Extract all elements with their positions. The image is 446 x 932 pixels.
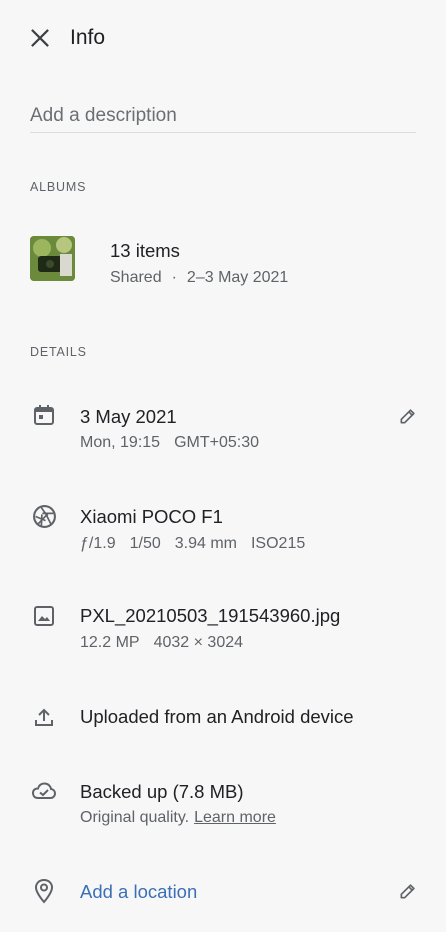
upload-source: Uploaded from an Android device	[80, 706, 354, 727]
backup-quality-line: Original quality. Learn more	[80, 809, 290, 827]
file-specs: 12.2 MP 4032 × 3024	[80, 634, 257, 652]
edit-location-button[interactable]	[396, 879, 420, 903]
cloud-done-icon	[31, 782, 57, 799]
backup-status: Backed up (7.8 MB)	[80, 781, 244, 802]
date-day-time: Mon, 19:15	[80, 434, 161, 451]
album-date-range: 2–3 May 2021	[186, 269, 289, 286]
camera-aperture: ƒ/1.9	[80, 535, 116, 552]
pencil-icon	[400, 409, 415, 424]
camera-iso: ISO215	[250, 535, 306, 552]
page-title: Info	[70, 26, 106, 49]
albums-section-label: ALBUMS	[30, 180, 87, 194]
image-icon	[34, 606, 54, 626]
album-meta: Shared · 2–3 May 2021	[110, 269, 302, 287]
album-shared: Shared	[110, 269, 162, 286]
file-resolution: 4032 × 3024	[153, 634, 244, 651]
camera-shutter: 1/50	[129, 535, 161, 552]
camera-focal-length: 3.94 mm	[174, 535, 237, 552]
album-thumbnail[interactable]	[30, 236, 75, 281]
date-timezone: GMT+05:30	[174, 434, 259, 451]
close-icon	[31, 29, 49, 47]
add-location-link[interactable]: Add a location	[80, 881, 197, 903]
date-secondary: Mon, 19:15 GMT+05:30	[80, 434, 273, 452]
album-thumbnail-image	[30, 236, 75, 281]
aperture-icon	[33, 505, 56, 528]
backup-quality: Original quality.	[80, 809, 190, 826]
details-section-label: DETAILS	[30, 345, 87, 359]
calendar-icon	[34, 405, 54, 425]
learn-more-link[interactable]: Learn more	[194, 809, 276, 826]
file-megapixels: 12.2 MP	[80, 634, 140, 651]
close-button[interactable]	[24, 22, 56, 54]
description-input[interactable]	[30, 100, 416, 133]
edit-date-button[interactable]	[396, 404, 420, 428]
camera-model: Xiaomi POCO F1	[80, 506, 223, 527]
upload-icon	[35, 708, 53, 726]
camera-specs: ƒ/1.9 1/50 3.94 mm ISO215	[80, 535, 319, 553]
file-name: PXL_20210503_191543960.jpg	[80, 605, 341, 626]
date-primary: 3 May 2021	[80, 406, 177, 427]
location-pin-icon	[34, 878, 54, 904]
album-separator: ·	[171, 269, 177, 286]
album-title: 13 items	[110, 240, 180, 261]
pencil-icon	[400, 884, 415, 899]
